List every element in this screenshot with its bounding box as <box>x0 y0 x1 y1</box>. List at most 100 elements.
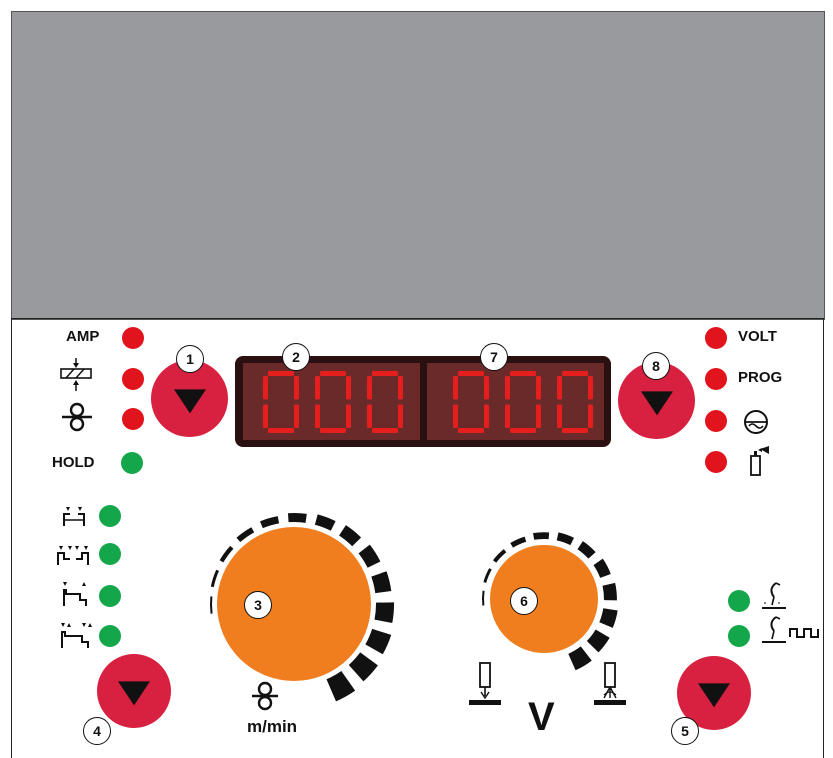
digit-segment <box>484 376 489 400</box>
digit-segment <box>320 428 346 433</box>
wire-speed-unit: m/min <box>247 717 298 736</box>
crater-4-stroke-icon <box>61 623 92 648</box>
digit-segment <box>398 376 403 400</box>
arc-led <box>705 410 727 432</box>
scale-mark <box>365 628 392 655</box>
thickness-led <box>122 368 144 390</box>
digit-segment <box>372 371 398 376</box>
2-stroke-icon <box>63 507 85 526</box>
gas-led <box>705 451 727 473</box>
wire-speed-knob[interactable] <box>217 527 371 681</box>
pulse-led <box>728 625 750 647</box>
4-stroke-led <box>99 543 121 565</box>
digit-segment <box>263 376 268 400</box>
digit-segment <box>557 376 562 400</box>
scale-mark <box>483 568 492 583</box>
panel-top-border <box>11 318 824 319</box>
top-gray-area <box>11 11 825 320</box>
hold-led <box>121 452 143 474</box>
crater-2-stroke-led <box>99 585 121 607</box>
digit-segment <box>315 376 320 400</box>
callout-3: 3 <box>244 591 272 619</box>
voltage-unit: V <box>528 695 555 739</box>
scale-mark <box>533 532 550 540</box>
digit-segment <box>268 428 294 433</box>
panel-left-border <box>11 318 12 758</box>
panel-right-border <box>823 318 824 758</box>
scale-mark <box>586 629 610 653</box>
prog-led <box>705 368 727 390</box>
digit-segment <box>398 404 403 428</box>
wire-roller-icon <box>252 681 278 711</box>
scale-mark <box>568 646 592 671</box>
amp-label: AMP <box>66 328 100 345</box>
scale-mark <box>577 541 596 559</box>
digit-segment <box>588 376 593 400</box>
mode-select-button[interactable] <box>97 654 171 728</box>
digit-segment <box>562 371 588 376</box>
crater-2-stroke-icon <box>63 582 87 606</box>
digit-segment <box>367 404 372 428</box>
digit-segment <box>557 404 562 428</box>
hold-label: HOLD <box>52 454 95 471</box>
scale-mark <box>358 544 381 568</box>
2-stroke-led <box>99 505 121 527</box>
digit-segment <box>367 376 372 400</box>
callout-1: 1 <box>176 345 204 373</box>
scale-mark <box>599 608 618 628</box>
mig-torch-spray-icon <box>594 662 626 705</box>
digit-segment <box>505 404 510 428</box>
callout-4: 4 <box>83 717 111 745</box>
wire-feed-led <box>122 408 144 430</box>
scale-mark <box>556 532 575 546</box>
scale-mark <box>374 602 395 623</box>
scale-mark <box>593 558 611 578</box>
digit-segment <box>536 376 541 400</box>
callout-8: 8 <box>642 352 670 380</box>
scale-mark <box>326 670 356 702</box>
mig-icon <box>762 582 786 609</box>
thickness-icon <box>60 358 92 391</box>
arc-icon <box>744 410 768 434</box>
digit-segment <box>294 404 299 428</box>
scale-mark <box>210 569 219 588</box>
prog-label: PROG <box>738 369 783 386</box>
callout-7: 7 <box>480 343 508 371</box>
digit-segment <box>268 371 294 376</box>
scale-mark <box>482 590 485 606</box>
volt-led <box>705 327 727 349</box>
digit-segment <box>315 404 320 428</box>
pulsed-mig-torch-icon <box>762 616 819 643</box>
scale-mark <box>210 596 213 614</box>
digit-segment <box>346 376 351 400</box>
scale-mark <box>510 536 527 548</box>
digit-segment <box>458 428 484 433</box>
amp-led <box>122 327 144 349</box>
digit-segment <box>453 404 458 428</box>
digit-segment <box>453 376 458 400</box>
digit-segment <box>372 428 398 433</box>
scale-mark <box>314 514 336 531</box>
scale-mark <box>287 513 307 523</box>
digit-segment <box>505 376 510 400</box>
gas-bottle-icon <box>750 446 769 476</box>
digit-segment <box>458 371 484 376</box>
digit-segment <box>346 404 351 428</box>
callout-2: 2 <box>282 343 310 371</box>
digit-segment <box>562 428 588 433</box>
voltage-knob[interactable] <box>490 545 598 653</box>
digit-segment <box>263 404 268 428</box>
digit-segment <box>588 404 593 428</box>
mig-led <box>728 590 750 612</box>
volt-label: VOLT <box>738 328 777 345</box>
scale-mark <box>339 525 362 547</box>
4-stroke-icon <box>57 546 89 565</box>
digit-segment <box>320 371 346 376</box>
callout-6: 6 <box>510 587 538 615</box>
crater-4-stroke-led <box>99 625 121 647</box>
digit-segment <box>294 376 299 400</box>
digit-segment <box>484 404 489 428</box>
digit-segment <box>510 371 536 376</box>
scale-mark <box>348 652 378 682</box>
digit-segment <box>510 428 536 433</box>
